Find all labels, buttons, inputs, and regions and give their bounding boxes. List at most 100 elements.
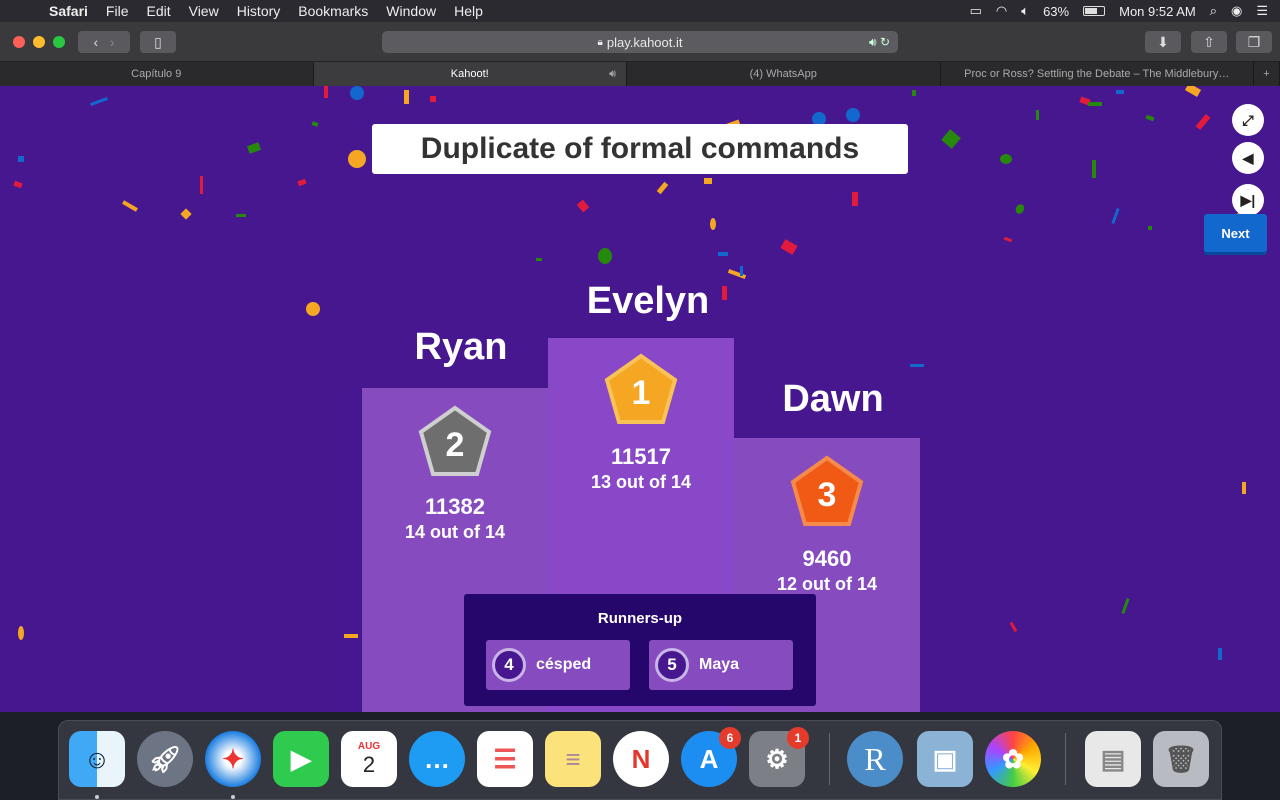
tab-capitulo[interactable]: Capítulo 9 bbox=[0, 62, 314, 86]
menu-view[interactable]: View bbox=[180, 3, 228, 19]
battery-percent[interactable]: 63% bbox=[1043, 4, 1069, 19]
third-place-score: 9460 bbox=[802, 546, 852, 571]
menu-app-name[interactable]: Safari bbox=[40, 3, 97, 19]
bronze-medal-icon: 3 bbox=[790, 455, 864, 526]
forward-icon[interactable]: › bbox=[110, 34, 115, 50]
news-icon[interactable]: N bbox=[613, 731, 669, 787]
skip-icon: ▶| bbox=[1240, 191, 1256, 208]
confetti-piece bbox=[306, 302, 320, 316]
menu-bookmarks[interactable]: Bookmarks bbox=[289, 3, 377, 19]
running-indicator bbox=[231, 795, 235, 799]
quiz-title-box: Duplicate of formal commands bbox=[372, 124, 908, 174]
back-icon[interactable]: ‹ bbox=[93, 34, 98, 50]
tab-kahoot[interactable]: Kahoot! 🔊︎ bbox=[313, 62, 627, 86]
menu-history[interactable]: History bbox=[228, 3, 290, 19]
share-button[interactable]: ⇧ bbox=[1191, 31, 1227, 53]
runners-up-panel: Runners-up 4 césped 5 Maya bbox=[464, 594, 816, 706]
r-app-icon[interactable]: R bbox=[847, 731, 903, 787]
preview-icon[interactable]: ▣ bbox=[917, 731, 973, 787]
confetti-piece bbox=[1218, 648, 1222, 660]
tab-overview-button[interactable]: ❐ bbox=[1236, 31, 1272, 53]
sidebar-toggle-button[interactable]: ▯ bbox=[140, 31, 176, 53]
confetti-piece bbox=[1145, 114, 1155, 122]
finder-icon[interactable]: ☺ bbox=[69, 731, 125, 787]
minimize-window-button[interactable] bbox=[33, 36, 45, 48]
system-preferences-icon[interactable]: ⚙ 1 bbox=[749, 727, 809, 787]
fullscreen-button[interactable]: ⤢ bbox=[1232, 104, 1264, 136]
confetti-piece bbox=[1195, 113, 1211, 131]
dock: ☺ 🚀︎ ✦ ▶ AUG 2 … ☰ ≡ N A 6 ⚙ 1 R ▣ ✿ ▤ 🗑… bbox=[58, 720, 1222, 800]
spotlight-search-icon[interactable]: ⌕ bbox=[1210, 3, 1217, 19]
dock-separator bbox=[829, 733, 830, 785]
confetti-piece bbox=[910, 364, 924, 367]
downloads-button[interactable]: ⬇ bbox=[1145, 31, 1181, 53]
confetti-piece bbox=[122, 200, 138, 212]
confetti-piece bbox=[404, 90, 409, 104]
confetti-piece bbox=[1111, 207, 1120, 225]
confetti-piece bbox=[180, 208, 192, 220]
runners-up-title: Runners-up bbox=[597, 610, 683, 627]
reload-icon[interactable]: 🔊︎ ↻ bbox=[869, 35, 890, 50]
confetti-piece bbox=[852, 192, 858, 206]
confetti-piece bbox=[704, 178, 712, 184]
speaker-icon: ◀︎ bbox=[1242, 149, 1254, 166]
next-button[interactable]: Next bbox=[1204, 214, 1267, 252]
app-store-icon[interactable]: A 6 bbox=[681, 727, 741, 787]
confetti-piece bbox=[1092, 160, 1096, 178]
tab-middlebury[interactable]: Proc or Ross? Settling the Debate – The … bbox=[941, 62, 1254, 86]
skip-button[interactable]: ▶| bbox=[1232, 184, 1264, 216]
volume-icon[interactable]: 🔈︎ bbox=[1021, 3, 1029, 19]
documents-stack-icon[interactable]: ▤ bbox=[1085, 731, 1141, 787]
calendar-icon[interactable]: AUG 2 bbox=[341, 731, 397, 787]
confetti-piece bbox=[297, 178, 307, 187]
facetime-icon[interactable]: ▶ bbox=[273, 731, 329, 787]
confetti-piece bbox=[1003, 236, 1013, 243]
confetti-piece bbox=[311, 121, 319, 127]
confetti-piece bbox=[846, 108, 860, 122]
confetti-piece bbox=[1184, 86, 1202, 97]
confetti-piece bbox=[536, 258, 542, 261]
menu-file[interactable]: File bbox=[97, 3, 138, 19]
close-window-button[interactable] bbox=[13, 36, 25, 48]
tab-whatsapp[interactable]: (4) WhatsApp bbox=[627, 62, 941, 86]
menu-help[interactable]: Help bbox=[445, 3, 492, 19]
notes-icon[interactable]: ≡ bbox=[545, 731, 601, 787]
menu-edit[interactable]: Edit bbox=[137, 3, 179, 19]
reminders-icon[interactable]: ☰ bbox=[477, 731, 533, 787]
audio-playing-icon[interactable]: 🔊︎ bbox=[609, 68, 616, 81]
confetti-piece bbox=[598, 248, 612, 264]
address-bar[interactable]: 🔒︎ play.kahoot.it 🔊︎ ↻ bbox=[382, 31, 898, 53]
confetti-piece bbox=[1009, 621, 1018, 633]
first-place-correct: 13 out of 14 bbox=[590, 472, 692, 492]
new-tab-button[interactable]: + bbox=[1254, 62, 1280, 86]
confetti-piece bbox=[18, 156, 24, 162]
quiz-title: Duplicate of formal commands bbox=[420, 132, 860, 165]
safari-icon[interactable]: ✦ bbox=[205, 731, 261, 787]
confetti-piece bbox=[780, 239, 798, 255]
confetti-piece bbox=[1148, 226, 1152, 230]
clock[interactable]: Mon 9:52 AM bbox=[1119, 4, 1196, 19]
battery-icon[interactable] bbox=[1083, 6, 1106, 16]
second-place-correct: 14 out of 14 bbox=[404, 522, 506, 542]
first-place-score: 11517 bbox=[611, 444, 671, 469]
launchpad-icon[interactable]: 🚀︎ bbox=[137, 731, 193, 787]
zoom-window-button[interactable] bbox=[53, 36, 65, 48]
menu-window[interactable]: Window bbox=[377, 3, 445, 19]
wifi-icon[interactable]: ◠ bbox=[996, 3, 1007, 19]
sidebar-icon: ▯ bbox=[154, 33, 162, 50]
siri-icon[interactable]: ◉ bbox=[1231, 3, 1242, 19]
download-icon: ⬇ bbox=[1157, 33, 1169, 50]
back-forward-buttons[interactable]: ‹ › bbox=[78, 31, 130, 53]
trash-icon[interactable]: 🗑︎ bbox=[1153, 731, 1209, 787]
photos-icon[interactable]: ✿ bbox=[985, 731, 1041, 787]
confetti-piece bbox=[1088, 102, 1102, 106]
confetti-piece bbox=[200, 176, 203, 194]
first-place-name: Evelyn bbox=[586, 280, 710, 322]
confetti-piece bbox=[710, 218, 716, 230]
notification-center-icon[interactable]: ☰ bbox=[1256, 3, 1268, 19]
messages-icon[interactable]: … bbox=[409, 731, 465, 787]
menu-bar: Safari File Edit View History Bookmarks … bbox=[0, 0, 1280, 22]
airplay-icon[interactable]: ▭ bbox=[970, 3, 982, 19]
plus-icon: + bbox=[1263, 68, 1270, 80]
sound-button[interactable]: ◀︎ bbox=[1232, 142, 1264, 174]
